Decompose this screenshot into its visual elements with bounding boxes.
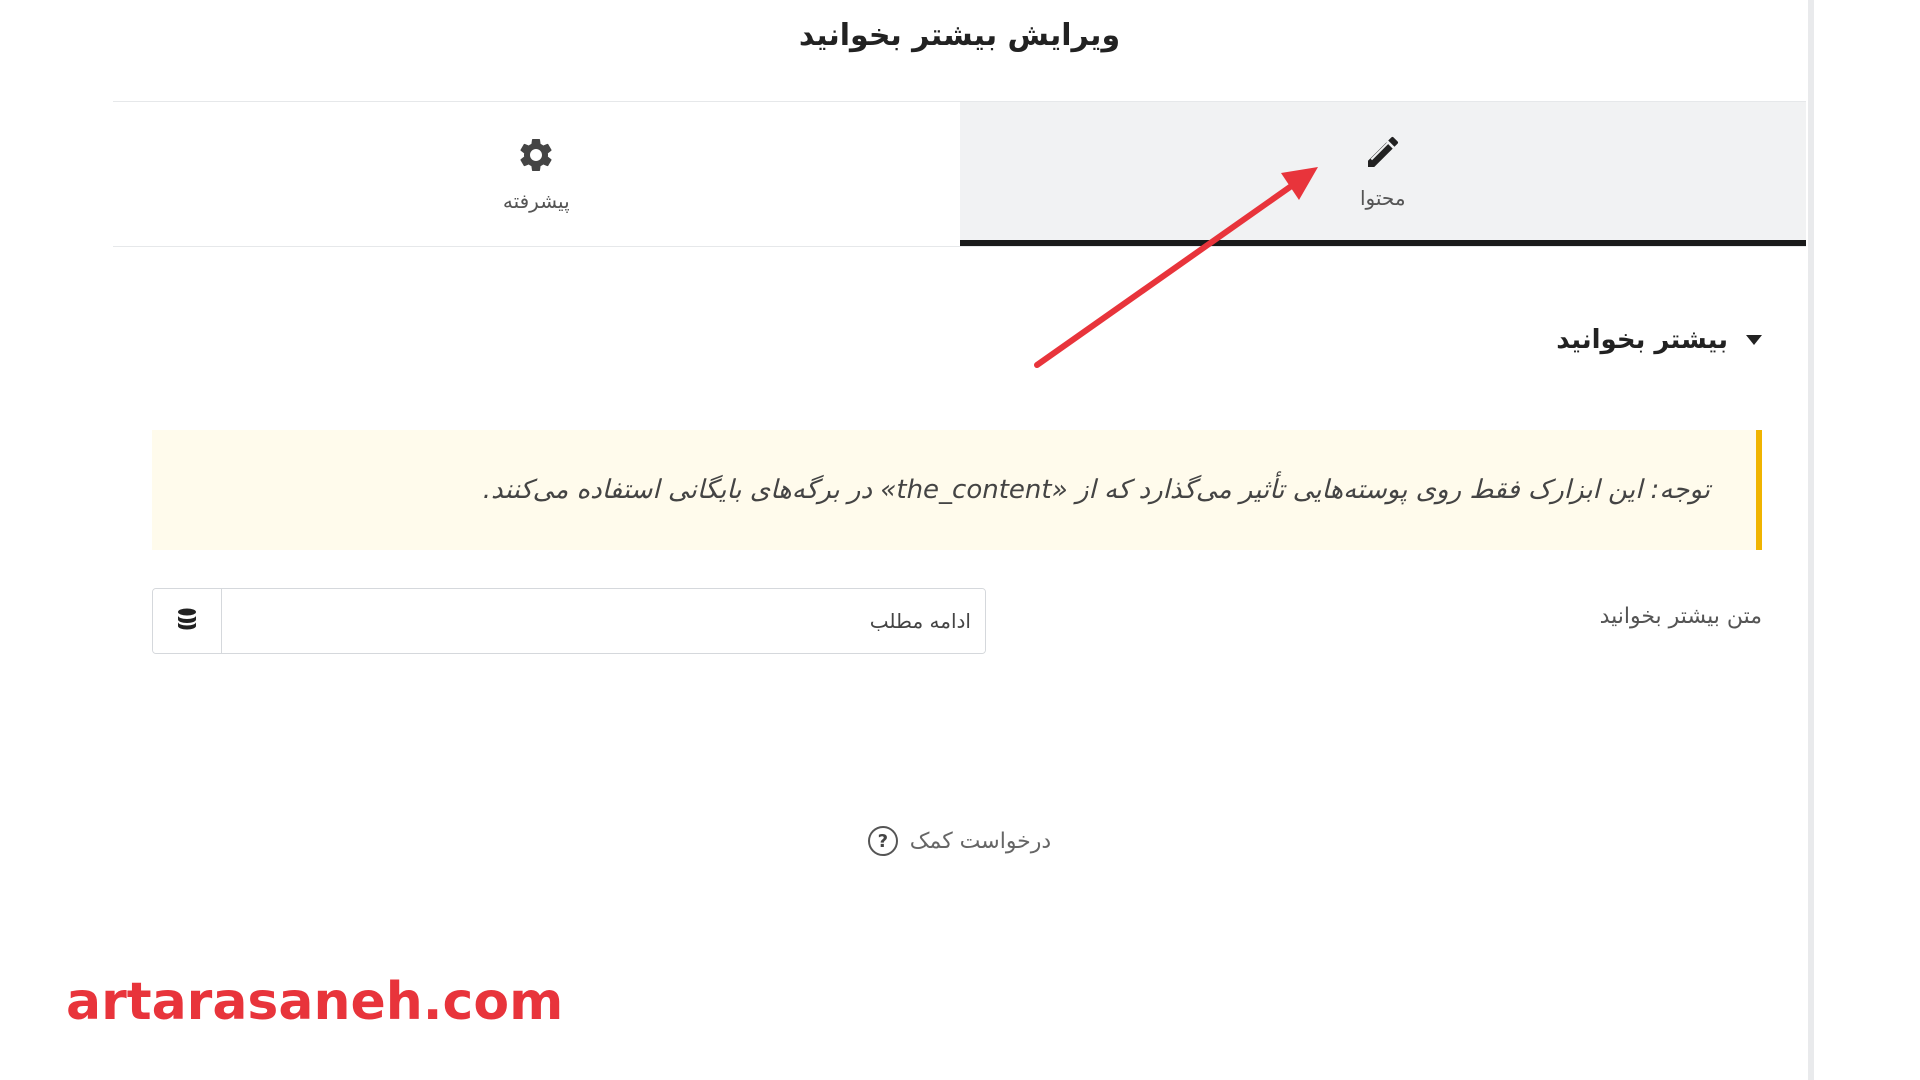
help-label: درخواست کمک (909, 828, 1052, 854)
read-more-text-label: متن بیشتر بخوانید (1599, 604, 1762, 629)
gear-icon (520, 138, 552, 171)
caret-down-icon (1746, 335, 1762, 345)
tab-advanced[interactable]: پیشرفته (113, 102, 960, 246)
section-toggle[interactable]: بیشتر بخوانید (1556, 325, 1762, 355)
tab-advanced-label: پیشرفته (502, 189, 570, 213)
tab-content-label: محتوا (1359, 186, 1406, 210)
dynamic-tags-button[interactable] (153, 589, 222, 653)
widget-edit-panel: ویرایش بیشتر بخوانید محتوا پیشرفته بیشتر… (113, 0, 1806, 1080)
watermark-text: artarasaneh.com (66, 972, 564, 1032)
pencil-icon (1367, 136, 1398, 167)
read-more-text-input[interactable] (222, 589, 985, 653)
database-icon (178, 608, 196, 630)
panel-right-edge (1808, 0, 1814, 1080)
panel-tabs: محتوا پیشرفته (113, 101, 1806, 247)
help-link[interactable]: درخواست کمک ? (113, 826, 1806, 856)
panel-title: ویرایش بیشتر بخوانید (798, 18, 1121, 53)
section-title: بیشتر بخوانید (1556, 325, 1728, 355)
question-circle-icon: ? (867, 826, 898, 856)
notice-box: توجه: این ابزارک فقط روی پوسته‌هایی تأثی… (152, 430, 1762, 550)
read-more-text-control (152, 588, 986, 654)
notice-text: توجه: این ابزارک فقط روی پوسته‌هایی تأثی… (482, 475, 1710, 505)
tab-content[interactable]: محتوا (959, 102, 1806, 246)
